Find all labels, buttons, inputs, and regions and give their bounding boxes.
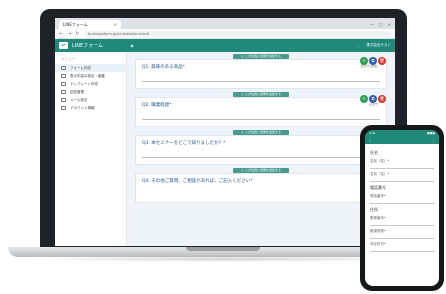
- sidebar-item-label: フォーム作成: [70, 65, 91, 70]
- reload-icon[interactable]: ↻: [75, 31, 79, 37]
- edit-icon[interactable]: ✎: [360, 95, 368, 103]
- field-label: 市区町村*: [370, 242, 386, 246]
- phone-time: 9:41: [369, 131, 376, 135]
- question-card[interactable]: Q2. 職業経歴* 記述式 ✎ ⧉ 🗑: [135, 95, 387, 127]
- back-icon[interactable]: ←: [59, 31, 63, 37]
- sidebar-heading: メニュー: [61, 57, 75, 61]
- text-input[interactable]: [370, 222, 434, 226]
- sidebar-item-template[interactable]: テンプレート作成: [55, 80, 126, 88]
- sidebar-item-mail[interactable]: メール設定: [55, 96, 126, 104]
- app-logo: LF: [59, 42, 68, 49]
- question-card[interactable]: Q3. 本セミナーをどこで知りましたか？* 選択式 ✎ ⧉ 🗑: [135, 133, 387, 165]
- section-title: 住所: [370, 207, 378, 212]
- sidebar-item-form-create[interactable]: フォーム作成: [55, 64, 126, 72]
- question-card[interactable]: Q1. 興味のある商品* 選択式(複数) ✎ ⧉ 🗑: [135, 57, 387, 89]
- sidebar: メニュー フォーム作成 表示内容の設定・編集 テンプレート作成 回答管理 メール…: [55, 52, 127, 246]
- close-window-icon[interactable]: ×: [388, 22, 391, 27]
- question-title: Q1. 興味のある商品*: [142, 65, 186, 70]
- sidebar-item-label: テンプレート作成: [70, 81, 98, 86]
- tab-close-icon[interactable]: ×: [114, 22, 117, 27]
- question-block: ＋ この位置に質問を追加する Q3. 本セミナーをどこで知りましたか？* 選択式…: [135, 130, 387, 165]
- copy-icon[interactable]: ⧉: [369, 57, 377, 65]
- field-label: 都道府県*: [370, 229, 386, 233]
- field-label: 郵便番号*: [370, 216, 386, 220]
- sidebar-item-account[interactable]: アカウント情報: [55, 104, 126, 112]
- question-block: ＋ この位置に質問を追加する Q4. その他ご質問、ご相談があれば、ご記入くださ…: [135, 168, 387, 203]
- question-title: Q3. 本セミナーをどこで知りましたか？*: [142, 141, 226, 146]
- more-icon[interactable]: ⋮: [431, 138, 435, 143]
- section-title: 電話番号: [370, 185, 386, 190]
- form-icon: [61, 66, 66, 70]
- answer-line: [142, 157, 380, 158]
- account-name[interactable]: 株式会社テスト: [367, 43, 392, 48]
- text-input[interactable]: [370, 200, 434, 204]
- browser-tab[interactable]: LINEフォーム ×: [59, 20, 121, 29]
- answer-line: [142, 119, 380, 120]
- sidebar-item-label: 回答管理: [70, 89, 84, 94]
- question-title: Q4. その他ご質問、ご相談があれば、ご記入ください*: [142, 179, 253, 184]
- more-icon[interactable]: ⋮: [357, 44, 361, 48]
- answer-line: [142, 81, 380, 82]
- select-input[interactable]: [370, 235, 434, 239]
- question-title: Q2. 職業経歴*: [142, 103, 172, 108]
- template-icon: [61, 82, 66, 86]
- url-field[interactable]: fp.designform.jp/e/create/form/edit: [83, 30, 391, 37]
- field-label: 名前（名）*: [370, 172, 390, 176]
- window-controls: — □ ×: [370, 22, 395, 29]
- mail-icon: [61, 98, 66, 102]
- question-block: ＋ この位置に質問を追加する Q2. 職業経歴* 記述式 ✎ ⧉ 🗑: [135, 92, 387, 127]
- field-label: 電話番号*: [370, 194, 386, 198]
- maximize-icon[interactable]: □: [379, 22, 383, 27]
- tab-title: LINEフォーム: [63, 21, 88, 27]
- copy-icon[interactable]: ⧉: [369, 95, 377, 103]
- phone-header: ‹ ⋮: [365, 136, 439, 144]
- settings-icon: [61, 74, 66, 78]
- sidebar-item-responses[interactable]: 回答管理: [55, 88, 126, 96]
- question-card[interactable]: Q4. その他ご質問、ご相談があれば、ご記入ください* 記述式 ✎: [135, 171, 387, 203]
- phone-screen: 9:41 ●●● ‹ ⋮ 氏名 名前（姓）* 名前（名）* 電話番号 電話番号*…: [365, 130, 439, 286]
- minimize-icon[interactable]: —: [370, 22, 374, 27]
- laptop-notch: [186, 247, 260, 251]
- text-input[interactable]: [370, 178, 434, 182]
- app-title: LINEフォーム: [72, 43, 104, 49]
- browser-tabbar: LINEフォーム × — □ ×: [55, 18, 395, 29]
- signal-icon: ●●●: [427, 131, 435, 135]
- text-input[interactable]: [370, 248, 434, 252]
- browser-addressbar: ← → ↻ fp.designform.jp/e/create/form/edi…: [55, 29, 395, 39]
- delete-icon[interactable]: 🗑: [378, 95, 386, 103]
- phone-form: 氏名 名前（姓）* 名前（名）* 電話番号 電話番号* 住所 郵便番号* 都道府…: [365, 144, 439, 255]
- forward-icon[interactable]: →: [67, 31, 71, 37]
- field-label: 名前（姓）*: [370, 159, 390, 163]
- sidebar-item-label: アカウント情報: [70, 105, 95, 110]
- responses-icon: [61, 90, 66, 94]
- app-header: LF LINEフォーム ◀ ⋮ 株式会社テスト: [55, 39, 395, 52]
- form-editor: ＋ この位置に質問を追加する Q1. 興味のある商品* 選択式(複数) ✎ ⧉ …: [127, 52, 395, 246]
- section-title: 氏名: [370, 150, 378, 155]
- edit-icon[interactable]: ✎: [360, 57, 368, 65]
- sidebar-item-display-settings[interactable]: 表示内容の設定・編集: [55, 72, 126, 80]
- back-icon[interactable]: ‹: [369, 138, 371, 143]
- account-icon: [61, 106, 66, 110]
- sidebar-item-label: メール設定: [70, 97, 88, 102]
- delete-icon[interactable]: 🗑: [378, 57, 386, 65]
- collapse-menu-icon[interactable]: ◀: [130, 43, 133, 48]
- text-input[interactable]: [370, 165, 434, 169]
- sidebar-item-label: 表示内容の設定・編集: [70, 73, 105, 78]
- question-block: ＋ この位置に質問を追加する Q1. 興味のある商品* 選択式(複数) ✎ ⧉ …: [135, 54, 387, 89]
- laptop-screen: LINEフォーム × — □ × ← → ↻ fp.designform.jp/…: [55, 18, 395, 246]
